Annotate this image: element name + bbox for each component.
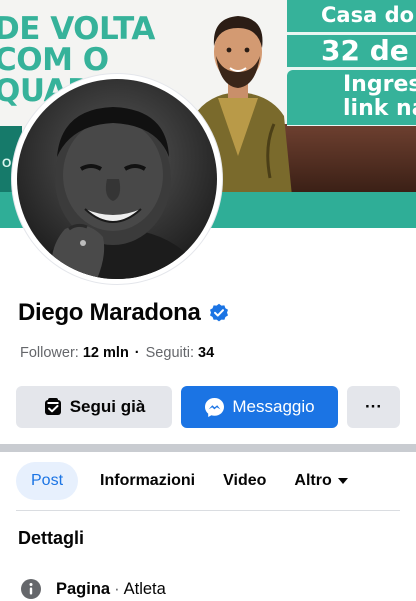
info-icon <box>21 579 41 599</box>
following-check-icon <box>44 398 61 415</box>
message-button[interactable]: Messaggio <box>181 386 338 428</box>
more-options-button[interactable]: ··· <box>347 386 400 428</box>
followers-stat[interactable]: Follower: 12 mln <box>20 345 129 361</box>
more-dots-icon: ··· <box>365 397 382 416</box>
profile-tabs: Post Informazioni Video Altro <box>16 461 362 501</box>
details-heading: Dettagli <box>18 528 85 548</box>
profile-name-row: Diego Maradona <box>18 296 229 330</box>
profile-stats: Follower: 12 mln · Seguiti: 34 <box>20 345 215 361</box>
cover-event-banner: Casa do 32 de Ingres link na <box>287 0 416 126</box>
caret-down-icon <box>337 478 348 484</box>
section-divider <box>0 444 416 452</box>
tab-video[interactable]: Video <box>209 462 280 500</box>
tab-post[interactable]: Post <box>16 462 79 500</box>
detail-page-category: Pagina · Atleta <box>20 577 166 601</box>
profile-avatar[interactable] <box>12 74 222 284</box>
following-button[interactable]: Segui già <box>16 386 172 428</box>
tab-more[interactable]: Altro <box>280 462 361 500</box>
tab-informazioni[interactable]: Informazioni <box>86 462 209 500</box>
profile-name: Diego Maradona <box>18 299 201 326</box>
tabs-divider <box>16 510 400 511</box>
messenger-icon <box>205 397 225 417</box>
verified-badge-icon <box>209 303 228 322</box>
following-stat[interactable]: Seguiti: 34 <box>146 345 215 361</box>
